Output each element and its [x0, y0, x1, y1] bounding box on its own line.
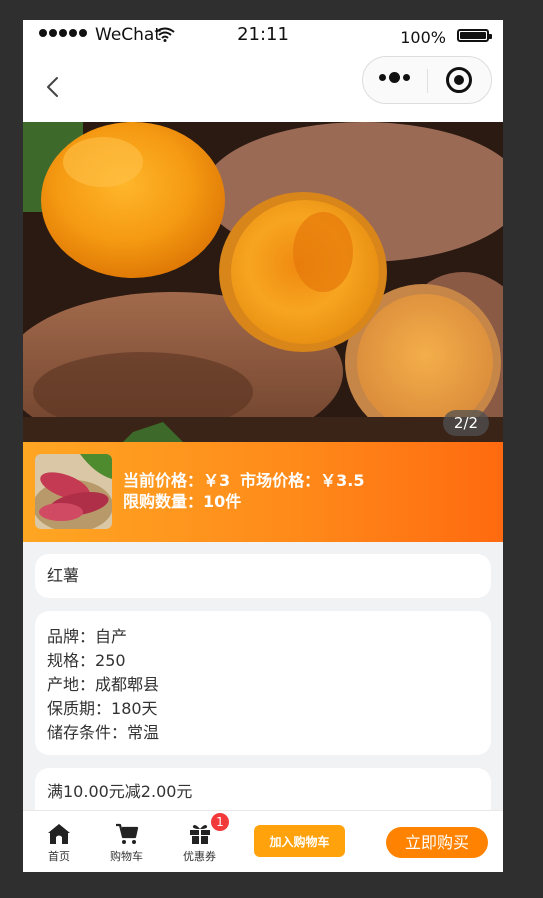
tab-cart-label: 购物车	[110, 850, 143, 863]
market-price-label: 市场价格：	[240, 471, 321, 490]
spec-row: 品牌：自产	[47, 625, 479, 649]
spec-row: 储存条件：常温	[47, 721, 479, 745]
product-name-card: 红薯	[35, 554, 491, 598]
nav-bar	[23, 54, 503, 122]
status-bar: WeChat 21:11 100%	[23, 20, 503, 54]
spec-row: 规格：250	[47, 649, 479, 673]
spec-row: 产地：成都郫县	[47, 673, 479, 697]
battery-icon	[457, 29, 492, 42]
add-to-cart-button[interactable]: 加入购物车	[254, 825, 345, 857]
product-thumbnail	[35, 454, 112, 529]
home-icon	[48, 824, 70, 844]
close-target-icon[interactable]	[446, 67, 472, 93]
spec-label: 保质期：	[47, 699, 112, 718]
spec-value: 250	[95, 651, 126, 670]
phone-screen: WeChat 21:11 100% 2/2 当前价格：￥3 市场价格：￥3.5 …	[23, 20, 503, 872]
tab-home[interactable]: 首页	[47, 821, 71, 864]
spec-value: 180天	[111, 699, 158, 718]
spec-label: 产地：	[47, 675, 96, 694]
mini-program-capsule	[362, 56, 492, 104]
spec-label: 储存条件：	[47, 723, 128, 742]
bottom-action-bar: 首页 购物车 优惠券 1 加入购物车 立即购买	[23, 810, 503, 872]
spec-row: 保质期：180天	[47, 697, 479, 721]
limit-label: 限购数量：	[123, 492, 204, 511]
battery-percent: 100%	[400, 28, 446, 47]
tab-coupons-label: 优惠券	[183, 850, 216, 863]
spec-value: 常温	[127, 723, 160, 742]
back-arrow-icon[interactable]	[41, 72, 65, 102]
coupon-count-badge: 1	[211, 813, 229, 831]
tab-coupons[interactable]: 优惠券	[183, 821, 216, 864]
spec-value: 自产	[95, 627, 128, 646]
limit-row: 限购数量：10件	[123, 491, 365, 512]
price-row: 当前价格：￥3 市场价格：￥3.5	[123, 470, 365, 491]
product-banner[interactable]: 2/2	[23, 122, 503, 442]
buy-now-button[interactable]: 立即购买	[386, 827, 488, 858]
spec-value: 成都郫县	[95, 675, 160, 694]
coupon-text: 满10.00元减2.00元	[47, 782, 193, 801]
current-price: ￥3	[203, 471, 231, 490]
spec-label: 品牌：	[47, 627, 96, 646]
banner-page-indicator: 2/2	[443, 410, 489, 436]
sweet-potato-photo	[23, 122, 503, 442]
current-price-label: 当前价格：	[123, 471, 204, 490]
tab-home-label: 首页	[48, 850, 70, 863]
capsule-divider	[427, 69, 428, 93]
spec-label: 规格：	[47, 651, 96, 670]
price-bar: 当前价格：￥3 市场价格：￥3.5 限购数量：10件	[23, 442, 503, 542]
limit-value: 10件	[203, 492, 242, 511]
market-price: ￥3.5	[320, 471, 365, 490]
price-info: 当前价格：￥3 市场价格：￥3.5 限购数量：10件	[123, 470, 365, 512]
product-name: 红薯	[47, 566, 80, 585]
product-specs-card: 品牌：自产 规格：250 产地：成都郫县 保质期：180天 储存条件：常温	[35, 611, 491, 755]
cart-icon	[115, 823, 138, 844]
gift-icon	[189, 825, 210, 844]
tab-cart[interactable]: 购物车	[110, 821, 143, 864]
more-dots-icon[interactable]	[379, 72, 410, 83]
